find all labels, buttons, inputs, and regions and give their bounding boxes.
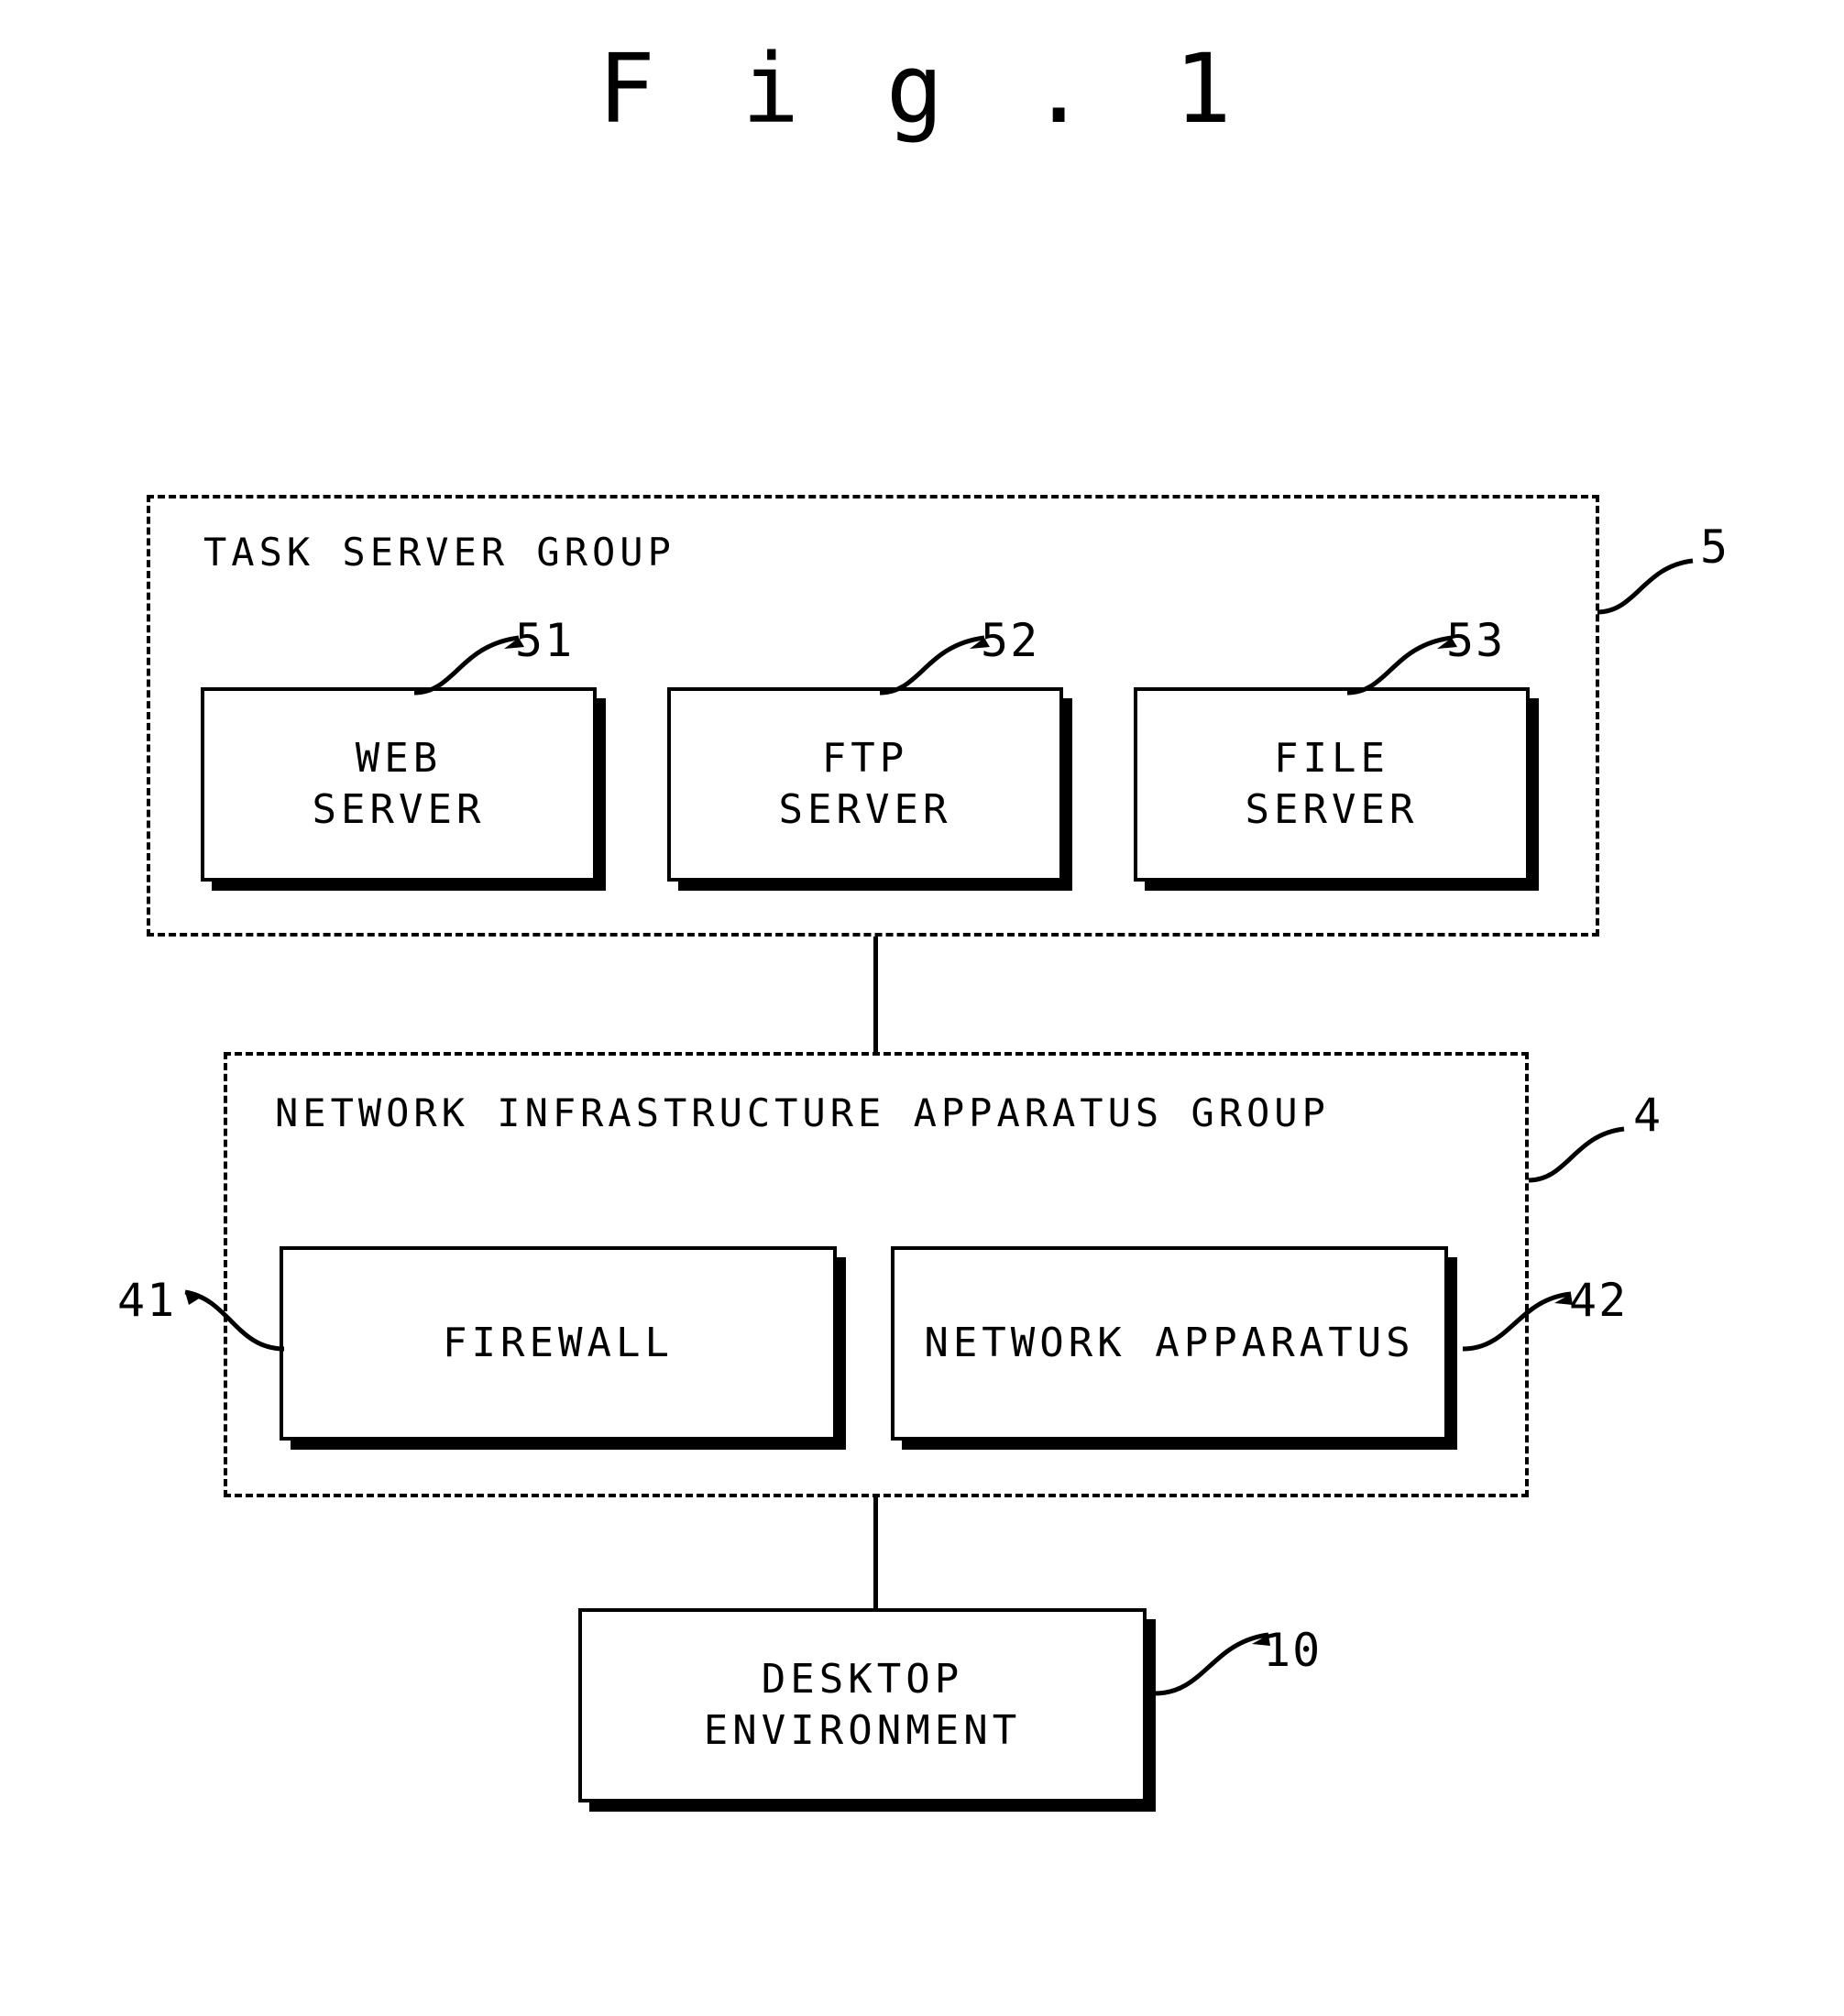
connector-network-to-desktop bbox=[873, 1497, 878, 1609]
leader-line-4 bbox=[1528, 1126, 1625, 1183]
reference-numeral-5: 5 bbox=[1700, 520, 1730, 574]
node-ftp-server-line2: SERVER bbox=[778, 786, 952, 833]
node-firewall-line1: FIREWALL bbox=[443, 1319, 674, 1366]
node-desktop-environment-line1: DESKTOP bbox=[761, 1655, 964, 1703]
node-firewall[interactable]: FIREWALL bbox=[280, 1246, 837, 1441]
node-web-server[interactable]: WEB SERVER bbox=[201, 687, 597, 882]
reference-numeral-4: 4 bbox=[1633, 1089, 1663, 1142]
reference-numeral-52: 52 bbox=[981, 614, 1040, 667]
network-infrastructure-apparatus-group-label: NETWORK INFRASTRUCTURE APPARATUS GROUP bbox=[275, 1090, 1330, 1135]
node-file-server-line2: SERVER bbox=[1245, 786, 1419, 833]
connector-task-to-network bbox=[873, 937, 878, 1054]
reference-numeral-42: 42 bbox=[1569, 1274, 1629, 1327]
node-ftp-server-line1: FTP bbox=[821, 734, 909, 782]
node-network-apparatus[interactable]: NETWORK APPARATUS bbox=[891, 1246, 1448, 1441]
node-file-server-line1: FILE bbox=[1274, 734, 1389, 782]
node-network-apparatus-line1: NETWORK APPARATUS bbox=[924, 1319, 1415, 1366]
reference-numeral-10: 10 bbox=[1263, 1624, 1323, 1677]
node-web-server-line2: SERVER bbox=[312, 786, 486, 833]
task-server-group-label: TASK SERVER GROUP bbox=[203, 530, 675, 575]
figure-title: F i g . 1 bbox=[598, 33, 1246, 145]
reference-numeral-51: 51 bbox=[515, 614, 575, 667]
reference-numeral-41: 41 bbox=[117, 1274, 177, 1327]
leader-line-5 bbox=[1597, 558, 1694, 615]
node-file-server[interactable]: FILE SERVER bbox=[1134, 687, 1530, 882]
node-web-server-line1: WEB bbox=[355, 734, 443, 782]
node-desktop-environment[interactable]: DESKTOP ENVIRONMENT bbox=[578, 1608, 1147, 1802]
node-ftp-server[interactable]: FTP SERVER bbox=[667, 687, 1063, 882]
reference-numeral-53: 53 bbox=[1446, 614, 1506, 667]
node-desktop-environment-line2: ENVIRONMENT bbox=[703, 1707, 1022, 1754]
patent-figure: F i g . 1 TASK SERVER GROUP 5 WEB SERVER… bbox=[0, 0, 1844, 2016]
